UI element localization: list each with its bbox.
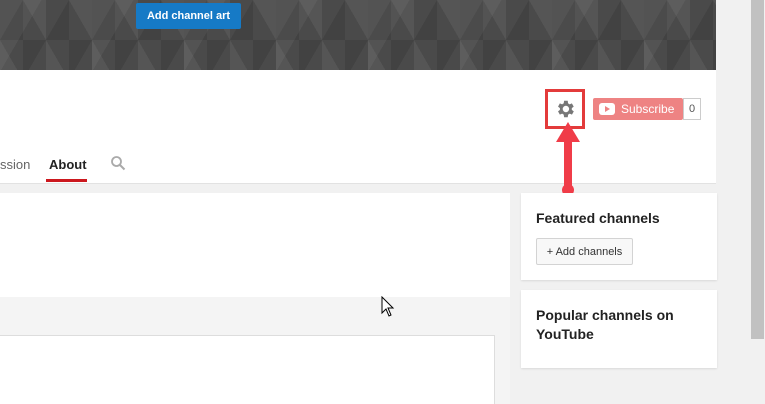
tab-discussion[interactable]: ssion	[0, 157, 30, 172]
subscriber-count: 0	[683, 98, 701, 120]
youtube-play-icon	[599, 103, 615, 115]
featured-channels-title: Featured channels	[536, 210, 660, 226]
active-tab-indicator	[46, 179, 87, 182]
scrollbar-thumb[interactable]	[751, 0, 764, 339]
popular-channels-title: Popular channels on YouTube	[536, 307, 674, 342]
channel-art-banner: Add channel art	[0, 0, 716, 70]
featured-channels-card: Featured channels + Add channels	[521, 193, 717, 280]
subscribe-button[interactable]: Subscribe	[593, 98, 683, 120]
add-channels-button[interactable]: + Add channels	[536, 238, 633, 265]
search-icon[interactable]	[110, 155, 126, 171]
popular-channels-card: Popular channels on YouTube	[521, 290, 717, 368]
subscribe-label: Subscribe	[621, 102, 675, 116]
annotation-arrow	[556, 122, 580, 196]
channel-header: Subscribe 0 ssion About	[0, 70, 716, 184]
add-channel-art-button[interactable]: Add channel art	[136, 3, 241, 29]
mouse-cursor	[381, 296, 395, 317]
gear-icon	[558, 100, 574, 118]
about-content-box	[0, 335, 495, 404]
tab-about[interactable]: About	[49, 157, 87, 172]
